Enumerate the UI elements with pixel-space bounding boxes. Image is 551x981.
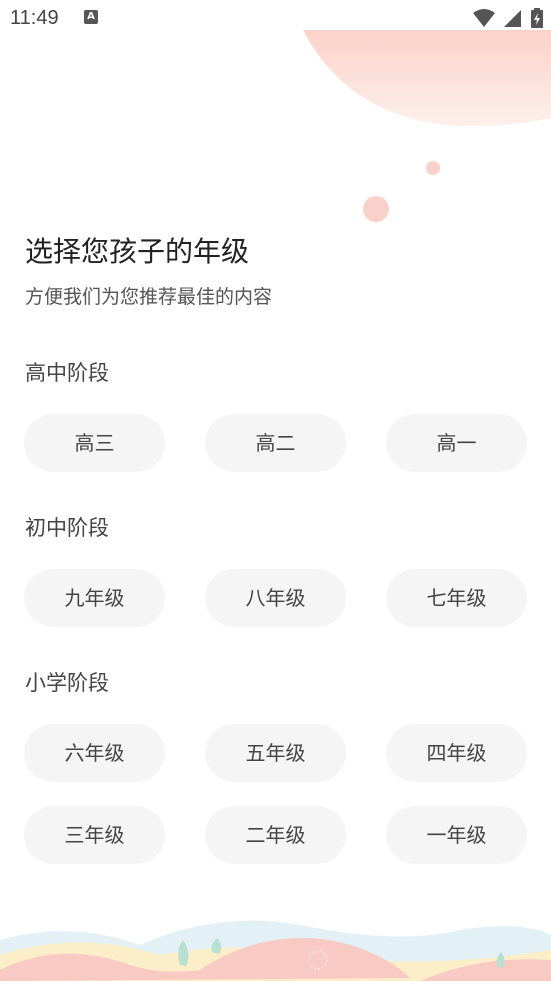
large-circle-shape (303, 30, 551, 127)
grade-button-grade-5[interactable]: 五年级 (205, 724, 346, 782)
grade-button-gao-san[interactable]: 高三 (24, 414, 165, 472)
grade-button-grade-1[interactable]: 一年级 (386, 806, 527, 864)
signal-icon (503, 10, 521, 27)
grade-button-grade-3[interactable]: 三年级 (24, 806, 165, 864)
status-time: 11:49 (10, 7, 59, 29)
grade-button-grade-6[interactable]: 六年级 (24, 724, 165, 782)
battery-icon (531, 8, 543, 28)
grade-button-grade-7[interactable]: 七年级 (386, 569, 527, 627)
grade-button-gao-yi[interactable]: 高一 (386, 414, 527, 472)
notification-icon: A (84, 10, 98, 24)
grade-button-gao-er[interactable]: 高二 (205, 414, 346, 472)
page-title: 选择您孩子的年级 (25, 235, 250, 268)
page-subtitle: 方便我们为您推荐最佳的内容 (25, 286, 273, 308)
status-icons (469, 8, 543, 28)
small-dot-shape (426, 161, 440, 175)
status-bar: 11:49 A (0, 0, 551, 36)
grade-button-grade-8[interactable]: 八年级 (205, 569, 346, 627)
grade-button-grade-4[interactable]: 四年级 (386, 724, 527, 782)
grade-button-grade-2[interactable]: 二年级 (205, 806, 346, 864)
header-decoration (303, 30, 551, 222)
grade-button-grade-9[interactable]: 九年级 (24, 569, 165, 627)
medium-dot-shape (363, 196, 389, 222)
wifi-icon (472, 9, 495, 27)
section-label-middle-school: 初中阶段 (25, 516, 109, 540)
section-label-primary-school: 小学阶段 (25, 671, 109, 695)
footer-hills-decoration (0, 920, 551, 981)
section-label-high-school: 高中阶段 (25, 361, 109, 385)
